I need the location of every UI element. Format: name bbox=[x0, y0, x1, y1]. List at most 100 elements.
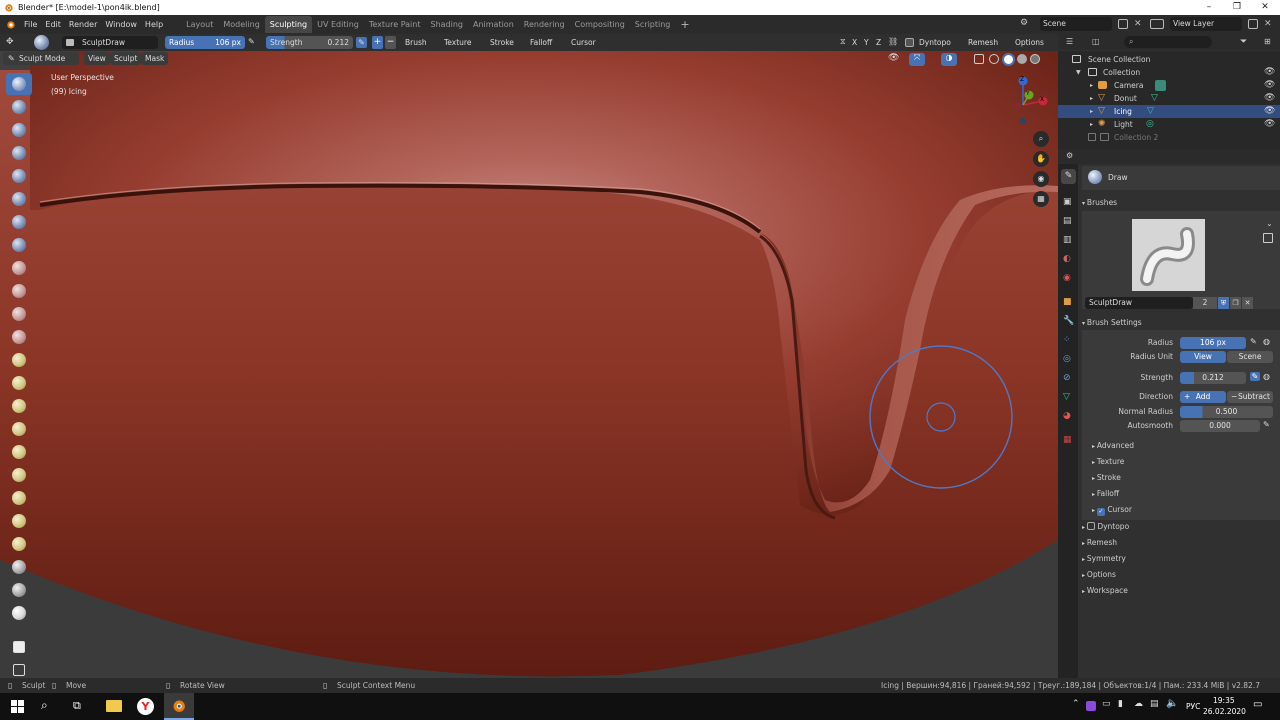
sculpt-mesh-render[interactable] bbox=[0, 51, 1058, 678]
outliner-scene-collection[interactable]: Scene Collection bbox=[1058, 53, 1280, 66]
falloff-subpanel[interactable]: ▸ Falloff bbox=[1092, 489, 1119, 498]
new-scene-icon[interactable] bbox=[1118, 19, 1128, 29]
tool-clay[interactable] bbox=[6, 119, 32, 141]
brush-preview-thumbnail[interactable] bbox=[1132, 219, 1205, 291]
navigation-gizmo[interactable]: Z Y X bbox=[1005, 73, 1051, 133]
tool-tab-icon[interactable]: ✎ bbox=[1061, 169, 1076, 184]
scene-tab-icon[interactable]: ◐ bbox=[1063, 254, 1071, 264]
dyntopo-checkbox[interactable] bbox=[905, 38, 914, 47]
strength-pressure-toggle-icon[interactable]: ✎ bbox=[1250, 372, 1260, 381]
visibility-eye-icon[interactable]: 👁 bbox=[1264, 92, 1275, 105]
strength-pressure-icon[interactable]: ✎ bbox=[356, 37, 367, 48]
expand-arrow-icon[interactable]: ▸ bbox=[1090, 92, 1093, 105]
radius-unit-view-button[interactable]: View bbox=[1180, 351, 1226, 363]
tool-annotate[interactable] bbox=[6, 636, 32, 658]
clock-date[interactable]: 26.02.2020 bbox=[1203, 707, 1246, 716]
taskbar-blender-item[interactable] bbox=[164, 693, 194, 720]
view-layer-icon[interactable] bbox=[1150, 19, 1164, 29]
menu-help[interactable]: Help bbox=[141, 20, 167, 29]
tab-modeling[interactable]: Modeling bbox=[218, 16, 264, 33]
physics-tab-icon[interactable]: ◎ bbox=[1063, 354, 1071, 364]
new-view-layer-icon[interactable] bbox=[1248, 19, 1258, 29]
tool-box-hide[interactable] bbox=[6, 602, 32, 624]
tray-monitor-icon[interactable]: ▭ bbox=[1102, 699, 1111, 709]
brush-preview-icon[interactable] bbox=[34, 35, 49, 50]
close-button[interactable]: ✕ bbox=[1251, 0, 1279, 15]
camera-view-icon[interactable]: ◉ bbox=[1033, 171, 1049, 187]
direction-add-icon[interactable]: + bbox=[372, 36, 383, 49]
tool-nudge[interactable] bbox=[6, 487, 32, 509]
tray-chevron-icon[interactable]: ⌃ bbox=[1072, 699, 1080, 709]
yandex-browser-icon[interactable]: Y bbox=[137, 698, 154, 715]
grid-perspective-icon[interactable]: ▦ bbox=[1033, 191, 1049, 207]
blender-menu-icon[interactable] bbox=[0, 19, 20, 30]
tool-blob[interactable] bbox=[6, 211, 32, 233]
view-layer-selector[interactable]: View Layer bbox=[1170, 17, 1242, 31]
radius-slider[interactable]: Radius 106 px bbox=[165, 36, 245, 49]
material-tab-icon[interactable]: ◕ bbox=[1063, 411, 1071, 421]
pan-hand-icon[interactable]: ✋ bbox=[1033, 151, 1049, 167]
tab-sculpting[interactable]: Sculpting bbox=[264, 16, 313, 33]
delete-scene-icon[interactable]: ✕ bbox=[1134, 19, 1144, 29]
tab-texture-paint[interactable]: Texture Paint bbox=[364, 16, 426, 33]
tray-cloud-icon[interactable]: ☁ bbox=[1134, 699, 1143, 709]
shading-wireframe-icon[interactable] bbox=[989, 54, 999, 64]
tab-shading[interactable]: Shading bbox=[425, 16, 468, 33]
expand-arrow-icon[interactable]: ▼ bbox=[1076, 66, 1081, 79]
modifier-tab-icon[interactable]: 🔧 bbox=[1063, 316, 1074, 326]
radius-pressure-toggle-icon[interactable]: ✎ bbox=[1250, 337, 1257, 346]
tool-smooth[interactable] bbox=[6, 257, 32, 279]
outliner-item-light[interactable]: ▸ ✺ Light ◎ 👁 bbox=[1058, 118, 1280, 131]
tab-animation[interactable]: Animation bbox=[468, 16, 519, 33]
visibility-eye-icon[interactable]: 👁 bbox=[1264, 79, 1275, 92]
tool-flatten[interactable] bbox=[6, 280, 32, 302]
gizmo-toggle-icon[interactable]: ⤧ bbox=[909, 53, 925, 66]
tab-rendering[interactable]: Rendering bbox=[519, 16, 570, 33]
view-layer-tab-icon[interactable]: ▥ bbox=[1063, 235, 1072, 245]
options-panel-header[interactable]: ▸ Options bbox=[1082, 569, 1116, 581]
add-workspace-icon[interactable]: + bbox=[675, 16, 694, 33]
tool-draw-sharp[interactable] bbox=[6, 96, 32, 118]
tool-rotate[interactable] bbox=[6, 510, 32, 532]
symmetry-x-toggle[interactable]: X bbox=[852, 36, 857, 49]
brush-settings-panel-header[interactable]: ▾ Brush Settings bbox=[1082, 317, 1142, 329]
scene-selector[interactable]: Scene bbox=[1040, 17, 1112, 31]
brush-dropdown[interactable]: Brush bbox=[405, 36, 427, 49]
cursor-checkbox[interactable]: ✓ bbox=[1096, 508, 1105, 516]
xray-toggle-icon[interactable] bbox=[974, 54, 984, 64]
dyntopo-panel-checkbox[interactable] bbox=[1086, 522, 1095, 530]
filter-icon[interactable]: ⏷ bbox=[1240, 37, 1247, 47]
menu-window[interactable]: Window bbox=[101, 20, 141, 29]
file-explorer-icon[interactable] bbox=[106, 700, 122, 712]
windows-start-icon[interactable] bbox=[11, 700, 24, 713]
menu-sculpt[interactable]: Sculpt bbox=[110, 52, 142, 65]
tray-network-icon[interactable]: ▤ bbox=[1150, 699, 1159, 709]
tool-fill[interactable] bbox=[6, 303, 32, 325]
radius-pressure-icon[interactable]: ✎ bbox=[248, 37, 259, 48]
tool-box-mask[interactable] bbox=[6, 579, 32, 601]
clock-time[interactable]: 19:35 bbox=[1213, 696, 1235, 705]
constraints-tab-icon[interactable]: ⊘ bbox=[1063, 373, 1071, 383]
texture-subpanel[interactable]: ▸ Texture bbox=[1092, 457, 1124, 466]
outliner-search-input[interactable]: ⌕ bbox=[1124, 36, 1212, 48]
shading-rendered-icon[interactable] bbox=[1030, 54, 1040, 64]
direction-subtract-icon[interactable]: − bbox=[385, 36, 396, 49]
tool-mask[interactable] bbox=[6, 556, 32, 578]
visibility-eye-icon[interactable]: 👁 bbox=[1264, 105, 1275, 118]
data-tab-icon[interactable]: ▽ bbox=[1063, 392, 1070, 402]
symmetry-lock-icon[interactable]: ⛓ bbox=[888, 37, 898, 46]
zoom-icon[interactable]: ⌕ bbox=[1033, 131, 1049, 147]
radius-unit-scene-button[interactable]: Scene bbox=[1227, 351, 1273, 363]
outliner-item-collection[interactable]: ▼ Collection 👁 bbox=[1058, 66, 1280, 79]
overlays-toggle-icon[interactable]: ◑ bbox=[941, 53, 957, 66]
notifications-icon[interactable]: ▭ bbox=[1253, 699, 1262, 710]
display-mode-icon[interactable]: ◫ bbox=[1092, 37, 1100, 46]
tab-scripting[interactable]: Scripting bbox=[630, 16, 676, 33]
editor-type-icon[interactable]: ✥ bbox=[6, 37, 22, 48]
brush-image-icon[interactable] bbox=[1263, 233, 1273, 243]
render-tab-icon[interactable]: ▣ bbox=[1063, 197, 1072, 207]
tool-clay-strips[interactable] bbox=[6, 142, 32, 164]
world-tab-icon[interactable]: ◉ bbox=[1063, 273, 1071, 283]
tab-compositing[interactable]: Compositing bbox=[570, 16, 630, 33]
tray-volume-icon[interactable]: 🔈 bbox=[1166, 698, 1178, 709]
